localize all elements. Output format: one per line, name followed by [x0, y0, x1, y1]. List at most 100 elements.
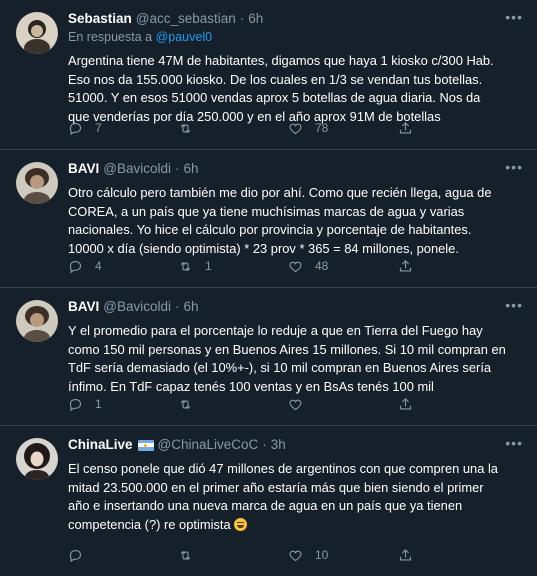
tweet-text: Argentina tiene 47M de habitantes, digam… — [68, 52, 523, 126]
like-button[interactable]: 10 — [288, 546, 398, 564]
avatar[interactable] — [16, 12, 58, 54]
like-button[interactable]: 78 — [288, 119, 398, 137]
retweet-button[interactable] — [178, 119, 288, 137]
tweet-header: BAVI @Bavicoldi · 6h — [68, 298, 523, 316]
retweet-icon — [180, 261, 191, 271]
tweet-text: Otro cálculo pero también me dio por ahí… — [68, 184, 523, 258]
tweet-text-line: El censo ponele que dió 47 millones de a… — [68, 461, 498, 476]
timestamp[interactable]: 6h — [248, 10, 263, 28]
display-name[interactable]: BAVI — [68, 298, 99, 316]
share-button[interactable] — [398, 546, 508, 564]
reply-count: 7 — [95, 120, 102, 135]
user-handle[interactable]: @ChinaLiveCoC — [158, 436, 259, 454]
heart-icon — [289, 399, 302, 410]
tweet-header: BAVI @Bavicoldi · 6h — [68, 160, 523, 178]
tweet[interactable]: Sebastian @acc_sebastian · 6h ••• En res… — [0, 0, 537, 150]
tweet[interactable]: BAVI @Bavicoldi · 6h ••• Y el promedio p… — [0, 288, 537, 426]
more-icon[interactable]: ••• — [505, 436, 523, 450]
tweet-text-line: COREA, a un país que ya tiene muchísimas… — [68, 203, 465, 219]
avatar[interactable] — [16, 162, 58, 204]
reply-icon — [69, 398, 82, 411]
like-count: 78 — [315, 120, 329, 135]
reply-mention-link[interactable]: @pauvel0 — [156, 30, 212, 44]
user-handle[interactable]: @Bavicoldi — [103, 298, 171, 316]
tweet-actions: 7 78 — [68, 119, 508, 137]
display-name[interactable]: BAVI — [68, 160, 99, 178]
tweet-text-line: mitad 23.500.000 en el primer año estarí… — [68, 479, 484, 495]
reply-button[interactable]: 4 — [68, 257, 178, 275]
retweet-icon — [180, 123, 191, 133]
tweet-text-line: Eso nos da 155.000 kiosko. De los cuales… — [68, 71, 483, 87]
retweet-button[interactable]: 1 — [178, 257, 288, 275]
share-icon — [399, 259, 412, 271]
tweet-text-line: TdF sería demasiado (el 10%+-), si 10 mi… — [68, 360, 492, 375]
separator: · — [175, 161, 180, 176]
more-icon[interactable]: ••• — [505, 160, 523, 174]
more-icon[interactable]: ••• — [505, 10, 523, 24]
retweet-count: 1 — [205, 258, 212, 273]
separator: · — [239, 11, 245, 26]
reply-button[interactable]: 7 — [68, 119, 178, 137]
reply-count: 1 — [95, 396, 102, 411]
user-handle[interactable]: @acc_sebastian — [136, 10, 236, 28]
display-name[interactable]: Sebastian — [68, 10, 132, 28]
tweet-text-line: ínfimo. En TdF capaz tenés 100 ventas y … — [68, 378, 434, 394]
share-button[interactable] — [398, 119, 508, 137]
tweet-actions: 4 1 48 — [68, 257, 508, 275]
tweet-text-line: Y el promedio para el porcentaje lo redu… — [68, 323, 483, 338]
reply-button[interactable] — [68, 546, 178, 564]
like-button[interactable]: 48 — [288, 257, 398, 275]
share-button[interactable] — [398, 257, 508, 275]
tweet-text-line: Argentina tiene 47M de habitantes, digam… — [68, 53, 494, 68]
tweet-text: Y el promedio para el porcentaje lo redu… — [68, 322, 523, 396]
tweet-actions: 1 — [68, 395, 508, 413]
share-icon — [399, 121, 412, 133]
like-count: 48 — [315, 258, 329, 273]
tweet-actions: 10 — [68, 546, 508, 564]
reply-prefix: En respuesta a — [68, 30, 153, 44]
tweet-text: El censo ponele que dió 47 millones de a… — [68, 460, 523, 534]
share-button[interactable] — [398, 395, 508, 413]
heart-icon — [289, 123, 302, 134]
retweet-button[interactable] — [178, 395, 288, 413]
heart-icon — [289, 550, 302, 561]
timestamp[interactable]: 6h — [184, 298, 199, 316]
reply-button[interactable]: 1 — [68, 395, 178, 413]
share-icon — [399, 397, 412, 409]
like-button[interactable] — [288, 395, 398, 413]
share-icon — [399, 548, 412, 560]
avatar[interactable] — [16, 300, 58, 342]
tweet-text-line-wrap: competencia (?) re optimista — [68, 516, 523, 535]
tweet-text-line: nacionales. Yo hice el cálculo por provi… — [68, 222, 472, 237]
separator: · — [175, 299, 180, 314]
more-icon[interactable]: ••• — [505, 298, 523, 312]
separator: · — [262, 437, 267, 452]
reply-count: 4 — [95, 258, 102, 273]
laughing-emoji-icon — [233, 517, 247, 531]
tweet[interactable]: BAVI @Bavicoldi · 6h ••• Otro cálculo pe… — [0, 150, 537, 288]
reply-icon — [69, 549, 82, 562]
tweet-text-line: competencia (?) re optimista — [68, 516, 231, 532]
tweet-text-line: Otro cálculo pero también me dio por ahí… — [68, 185, 492, 200]
tweet-text-line: como 150 mil personas y en Buenos Aires … — [68, 341, 506, 357]
display-name[interactable]: ChinaLive — [68, 436, 133, 454]
tweet[interactable]: ChinaLive @ChinaLiveCoC · 3h ••• El cens… — [0, 426, 537, 576]
avatar[interactable] — [16, 438, 58, 480]
reply-icon — [69, 122, 82, 135]
tweet-feed: Sebastian @acc_sebastian · 6h ••• En res… — [0, 0, 537, 576]
reply-icon — [69, 260, 82, 273]
tweet-text-line: 10000 x día (siendo optimista) * 23 prov… — [68, 240, 459, 256]
like-count: 10 — [315, 547, 329, 562]
retweet-button[interactable] — [178, 546, 288, 564]
retweet-icon — [180, 550, 191, 560]
user-handle[interactable]: @Bavicoldi — [103, 160, 171, 178]
heart-icon — [289, 261, 302, 272]
reply-context: En respuesta a @pauvel0 — [68, 29, 523, 46]
tweet-text-line: 51000. Y en esos 51000 vendas aprox 5 bo… — [68, 90, 481, 105]
timestamp[interactable]: 6h — [184, 160, 199, 178]
tweet-header: Sebastian @acc_sebastian · 6h — [68, 10, 523, 28]
timestamp[interactable]: 3h — [271, 436, 286, 454]
tweet-text-line: año e insertando una nueva marca de agua… — [68, 498, 463, 513]
argentina-flag-icon — [137, 439, 154, 451]
retweet-icon — [180, 399, 191, 409]
